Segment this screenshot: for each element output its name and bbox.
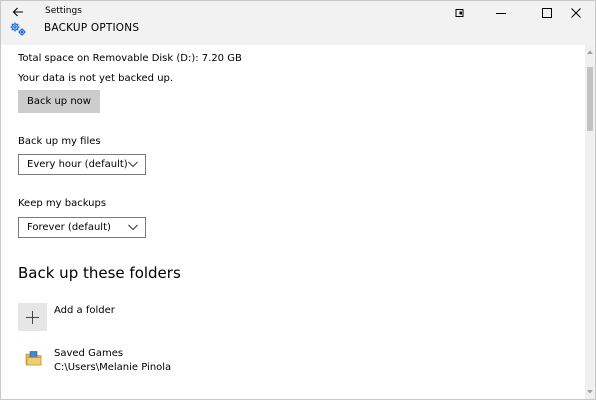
keep-backups-dropdown[interactable]: Forever (default) — [18, 217, 146, 238]
keep-backups-value: Forever (default) — [27, 222, 111, 233]
app-title: Settings — [45, 6, 82, 16]
minimize-button[interactable] — [478, 1, 524, 25]
backup-frequency-value: Every hour (default) — [27, 159, 128, 170]
keep-backups-label: Keep my backups — [18, 198, 107, 209]
chevron-down-icon — [128, 161, 138, 168]
add-folder-label[interactable]: Add a folder — [54, 304, 115, 317]
backup-frequency-label: Back up my files — [18, 136, 101, 147]
backup-status-text: Your data is not yet backed up. — [18, 73, 174, 84]
close-button[interactable] — [556, 1, 595, 25]
scroll-down-arrow[interactable] — [585, 385, 595, 399]
folder-list-item[interactable]: Saved Games C:\Users\Melanie Pinola — [18, 345, 318, 377]
backup-frequency-dropdown[interactable]: Every hour (default) — [18, 154, 146, 175]
folder-path: C:\Users\Melanie Pinola — [54, 362, 172, 373]
scroll-thumb[interactable] — [587, 67, 593, 131]
minimize-icon — [496, 13, 506, 14]
folder-icon — [25, 351, 42, 366]
total-space-text: Total space on Removable Disk (D:): 7.20… — [18, 53, 242, 64]
back-up-now-button[interactable]: Back up now — [18, 90, 100, 113]
plus-icon — [26, 311, 39, 324]
settings-window: Settings BACKUP OPTIONS Total space on R… — [0, 0, 596, 400]
arrow-left-icon — [12, 7, 23, 17]
folder-name: Saved Games — [54, 348, 124, 359]
chevron-down-icon — [587, 390, 593, 394]
title-bar: Settings BACKUP OPTIONS — [1, 1, 595, 45]
backup-options-content: Total space on Removable Disk (D:): 7.20… — [1, 45, 585, 399]
back-button[interactable] — [5, 3, 31, 21]
chevron-up-icon — [587, 50, 593, 54]
chevron-down-icon — [128, 224, 138, 231]
gear-icon — [10, 22, 26, 36]
snap-icon — [455, 9, 464, 17]
close-icon — [570, 8, 581, 18]
page-heading: BACKUP OPTIONS — [44, 22, 140, 34]
scroll-up-arrow[interactable] — [585, 45, 595, 59]
vertical-scrollbar[interactable] — [585, 45, 595, 399]
folders-section-heading: Back up these folders — [18, 264, 181, 282]
maximize-icon — [542, 8, 552, 18]
add-folder-button[interactable] — [18, 303, 47, 331]
snap-button[interactable] — [437, 1, 483, 25]
